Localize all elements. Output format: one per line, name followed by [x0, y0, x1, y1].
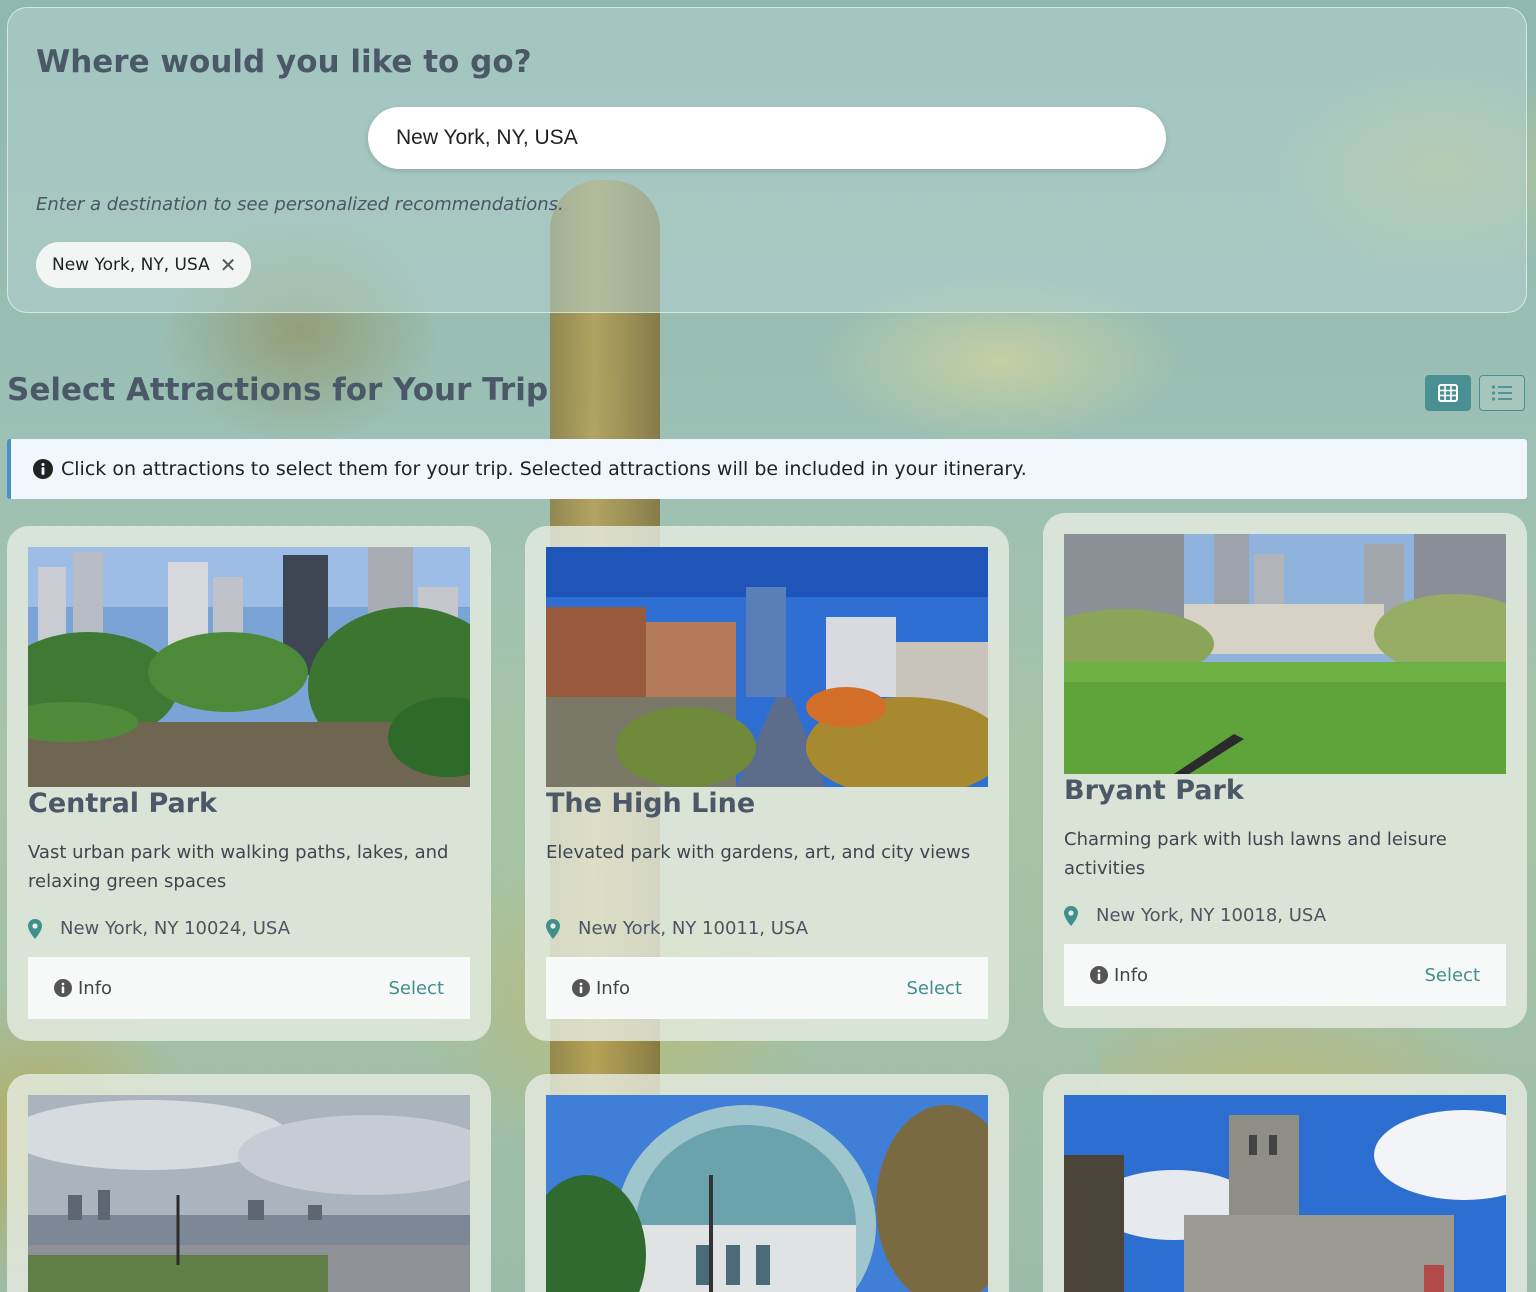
attraction-title: The High Line — [546, 788, 756, 819]
info-button[interactable]: Info — [1090, 965, 1148, 986]
attraction-card[interactable] — [525, 1074, 1009, 1292]
attraction-image — [546, 547, 988, 787]
attraction-actions: Info Select — [1064, 944, 1506, 1006]
attractions-heading: Select Attractions for Your Trip — [7, 372, 549, 408]
grid-icon — [1438, 384, 1458, 402]
info-banner: Click on attractions to select them for … — [7, 439, 1527, 499]
select-button[interactable]: Select — [906, 978, 962, 999]
select-button[interactable]: Select — [1424, 965, 1480, 986]
info-banner-text: Click on attractions to select them for … — [61, 458, 1027, 480]
attraction-description: Vast urban park with walking paths, lake… — [28, 842, 449, 892]
attraction-description: Elevated park with gardens, art, and cit… — [546, 842, 971, 863]
list-icon — [1491, 385, 1512, 401]
attraction-image — [1064, 1095, 1506, 1292]
attraction-card[interactable] — [1043, 1074, 1527, 1292]
attraction-image — [28, 1095, 470, 1292]
attraction-title: Bryant Park — [1064, 775, 1244, 806]
destination-chip-label: New York, NY, USA — [52, 255, 210, 275]
attraction-actions: Info Select — [546, 957, 988, 1019]
attraction-actions: Info Select — [28, 957, 470, 1019]
map-pin-icon — [546, 918, 560, 939]
destination-input[interactable] — [368, 107, 1166, 169]
attraction-image — [28, 547, 470, 787]
info-button[interactable]: Info — [54, 978, 112, 999]
info-circle-icon — [572, 979, 590, 997]
attraction-card[interactable]: Central Park Vast urban park with walkin… — [7, 526, 491, 1041]
attraction-image — [546, 1095, 988, 1292]
attraction-location: New York, NY 10011, USA — [546, 918, 808, 939]
info-button-label: Info — [1114, 964, 1149, 986]
attraction-card[interactable]: Bryant Park Charming park with lush lawn… — [1043, 513, 1527, 1028]
attraction-address: New York, NY 10011, USA — [578, 918, 809, 939]
grid-view-button[interactable] — [1425, 375, 1471, 411]
info-circle-icon — [54, 979, 72, 997]
attraction-image — [1064, 534, 1506, 774]
info-button[interactable]: Info — [572, 978, 630, 999]
attraction-location: New York, NY 10018, USA — [1064, 905, 1326, 926]
destination-chip: New York, NY, USA ✕ — [36, 242, 251, 288]
select-button[interactable]: Select — [388, 978, 444, 999]
destination-search-panel: Where would you like to go? Enter a dest… — [7, 7, 1527, 313]
attraction-description: Charming park with lush lawns and leisur… — [1064, 829, 1447, 879]
map-pin-icon — [1064, 905, 1078, 926]
attraction-title: Central Park — [28, 788, 217, 819]
info-circle-icon — [33, 459, 53, 479]
list-view-button[interactable] — [1479, 375, 1525, 411]
info-circle-icon — [1090, 966, 1108, 984]
search-hint: Enter a destination to see personalized … — [36, 194, 564, 215]
attraction-card[interactable]: The High Line Elevated park with gardens… — [525, 526, 1009, 1041]
close-icon[interactable]: ✕ — [220, 255, 237, 275]
attraction-address: New York, NY 10024, USA — [60, 918, 291, 939]
search-heading: Where would you like to go? — [36, 44, 532, 80]
info-button-label: Info — [78, 977, 113, 999]
info-button-label: Info — [596, 977, 631, 999]
attraction-address: New York, NY 10018, USA — [1096, 905, 1327, 926]
attraction-location: New York, NY 10024, USA — [28, 918, 290, 939]
map-pin-icon — [28, 918, 42, 939]
attraction-card[interactable] — [7, 1074, 491, 1292]
